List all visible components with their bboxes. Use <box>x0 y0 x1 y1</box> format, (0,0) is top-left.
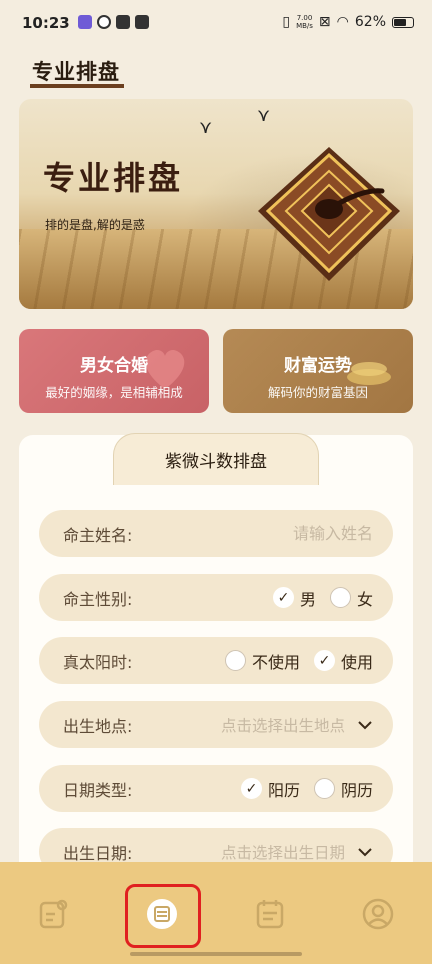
date-type-field: 日期类型: ✓ 阳历 阴历 <box>39 765 393 812</box>
battery-icon <box>392 16 414 28</box>
marriage-match-card[interactable]: 男女合婚 最好的姻缘，是相辅相成 <box>19 329 209 413</box>
game-app-icon <box>77 15 92 29</box>
field-label: 命主姓名: <box>63 525 133 545</box>
status-time: 10:23 <box>22 14 70 32</box>
calendar-list-icon <box>256 900 284 929</box>
gender-female-label[interactable]: 女 <box>357 586 373 610</box>
chevron-down-icon <box>358 847 372 856</box>
wifi-icon: ◠ <box>336 14 349 30</box>
date-solar-radio[interactable]: ✓ <box>240 778 262 799</box>
card-title: 财富运势 <box>284 356 352 376</box>
tab-label: 紫微斗数排盘 <box>165 452 267 472</box>
battery-percent: 62% <box>354 14 386 30</box>
field-label: 出生日期: <box>63 843 133 863</box>
name-input[interactable] <box>203 524 373 543</box>
field-label: 日期类型: <box>63 780 133 800</box>
status-right: ▯ 7.00 MB/s ⊠ ◠ 62% <box>282 14 414 30</box>
swallow-icon: ⋎ <box>199 117 213 138</box>
date-lunar-label[interactable]: 阴历 <box>341 777 373 801</box>
chevron-down-icon <box>358 720 372 729</box>
card-subtitle: 最好的姻缘，是相辅相成 <box>45 385 183 400</box>
field-label: 出生地点: <box>63 716 133 736</box>
wealth-fortune-card[interactable]: 财富运势 解码你的财富基因 <box>223 329 413 413</box>
date-solar-label[interactable]: 阳历 <box>268 777 300 801</box>
mail-app-icon <box>115 15 130 29</box>
home-indicator[interactable] <box>130 952 302 956</box>
active-nav-highlight <box>125 884 201 948</box>
divination-board-icon <box>258 147 400 281</box>
nav-calendar-list[interactable] <box>240 894 300 934</box>
field-label: 真太阳时: <box>63 652 133 672</box>
gender-female-radio[interactable] <box>329 587 351 608</box>
status-bar: 10:23 ▯ 7.00 MB/s ⊠ ◠ 62% <box>0 0 432 52</box>
net-speed: 7.00 MB/s <box>296 14 313 30</box>
name-field[interactable]: 命主姓名: <box>39 510 393 557</box>
card-title: 男女合婚 <box>80 356 148 376</box>
no-sim-icon: ⊠ <box>318 14 331 30</box>
nav-edit-note[interactable] <box>24 894 84 934</box>
gender-field: 命主性别: ✓ 男 女 <box>39 574 393 621</box>
solar-time-off-radio[interactable] <box>224 650 246 671</box>
birthplace-field[interactable]: 出生地点: 点击选择出生地点 <box>39 701 393 748</box>
link-app-icon <box>96 15 111 29</box>
profile-icon <box>362 898 394 930</box>
banner-subtitle: 排的是盘,解的是惑 <box>45 218 145 232</box>
page-title: 专业排盘 <box>32 60 120 84</box>
tiktok-app-icon <box>134 15 149 29</box>
nav-profile[interactable] <box>348 894 408 934</box>
solar-time-on-radio[interactable]: ✓ <box>313 650 335 671</box>
date-lunar-radio[interactable] <box>313 778 335 799</box>
gender-male-radio[interactable]: ✓ <box>272 587 294 608</box>
solar-time-on-label[interactable]: 使用 <box>341 649 373 673</box>
birthplace-placeholder: 点击选择出生地点 <box>220 716 345 735</box>
edit-note-icon <box>39 899 68 929</box>
birth-date-placeholder: 点击选择出生日期 <box>220 843 345 862</box>
title-underline <box>30 84 124 88</box>
gender-male-label[interactable]: 男 <box>300 586 316 610</box>
solar-time-off-label[interactable]: 不使用 <box>252 649 300 673</box>
swallow-icon: ⋎ <box>257 105 271 126</box>
hero-banner[interactable]: ⋎ ⋎ 专业排盘 排的是盘,解的是惑 <box>19 99 413 309</box>
tab-ziwei-chart[interactable]: 紫微斗数排盘 <box>113 433 319 485</box>
card-subtitle: 解码你的财富基因 <box>267 385 368 400</box>
notification-icons <box>77 15 149 29</box>
solar-time-field: 真太阳时: 不使用 ✓ 使用 <box>39 637 393 684</box>
bottom-nav <box>0 862 432 964</box>
field-label: 命主性别: <box>63 589 133 609</box>
vibrate-icon: ▯ <box>282 14 291 30</box>
banner-title: 专业排盘 <box>43 159 184 197</box>
